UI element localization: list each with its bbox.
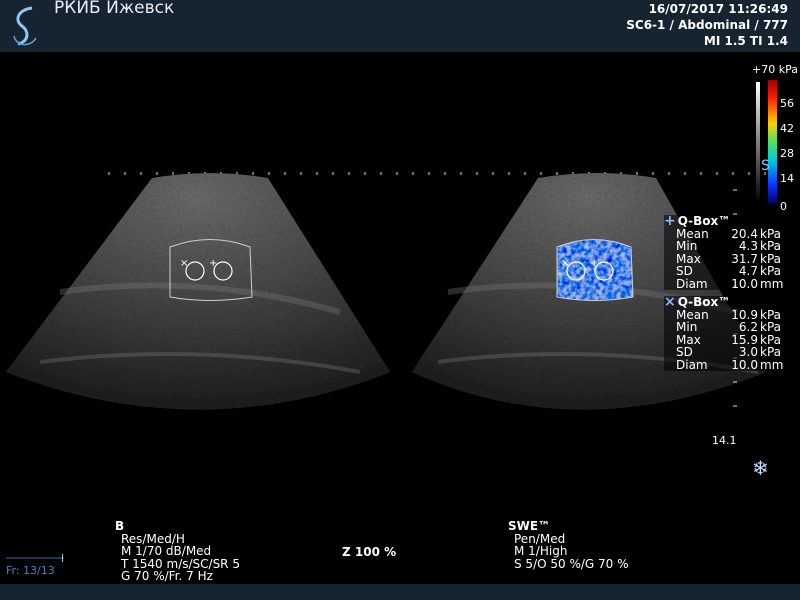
qbox-plus-sd-row: SD 4.7 kPa (664, 265, 783, 278)
scale-tick-0: 0 (780, 200, 787, 213)
qbox-plus-diam-row: Diam 10.0 mm (664, 276, 784, 291)
row-unit: kPa (760, 345, 781, 359)
qbox-cross-min-row: Min 6.2 kPa (664, 321, 783, 334)
exam-info: 16/07/2017 11:26:49 SC6-1 / Abdominal / … (626, 1, 788, 49)
svg-text:+: + (590, 258, 598, 269)
b-mode-title: B (115, 519, 125, 533)
cine-progress-bar[interactable] (6, 557, 64, 559)
freeze-snowflake-icon[interactable]: ❄ (752, 456, 769, 480)
institution-name: РКИБ Ижевск (54, 0, 175, 18)
scale-tick-14: 14 (780, 172, 794, 185)
swe-param-line: M 1/High (514, 544, 568, 558)
row-unit: kPa (760, 320, 781, 334)
scale-logo-icon: S (761, 158, 770, 174)
b-param-line: M 1/70 dB/Med (121, 544, 212, 558)
row-unit: kPa (760, 239, 781, 253)
row-label: Min (676, 239, 698, 253)
supersonic-logo-icon (13, 6, 37, 46)
qbox-cross-diam-row: Diam 10.0 mm (664, 357, 784, 372)
depth-readout: 14.1 (712, 434, 737, 447)
row-unit: mm (760, 357, 784, 372)
b-mode-image: × + (6, 173, 390, 410)
row-label: SD (676, 345, 693, 359)
row-label: SD (676, 264, 693, 278)
qbox-cross-icon: × (664, 294, 676, 310)
top-bar: РКИБ Ижевск 16/07/2017 11:26:49 SC6-1 / … (0, 0, 800, 52)
scale-tick-42: 42 (780, 122, 794, 135)
probe-preset: SC6-1 / Abdominal / 777 (626, 18, 788, 32)
scale-tick-28: 28 (780, 147, 794, 160)
swe-param-line: S 5/O 50 %/G 70 % (514, 556, 629, 571)
swe-title: SWE™ (508, 519, 551, 533)
row-unit: kPa (760, 264, 781, 278)
zoom-readout: Z 100 % (342, 545, 397, 559)
svg-text:×: × (561, 258, 569, 269)
exam-datetime: 16/07/2017 11:26:49 (648, 2, 788, 16)
row-value: 4.3 (738, 239, 758, 253)
row-value: 4.7 (738, 264, 758, 278)
qbox-cross-header: × Q-Box™ (664, 294, 783, 310)
b-param-line: G 70 %/Fr. 7 Hz (121, 569, 213, 583)
qbox-plus-title: Q-Box™ (677, 214, 731, 228)
row-label: Diam (676, 357, 708, 372)
qbox-plus-header: + Q-Box™ (664, 213, 783, 229)
row-label: Min (676, 320, 698, 334)
qbox-cross-panel: × Q-Box™ Mean 10.9 kPa Min 6.2 kPa Max 15.9 kP… (664, 294, 784, 372)
row-label: Diam (676, 276, 708, 291)
qbox-plus-min-row: Min 4.3 kPa (664, 240, 783, 253)
row-value: 10.0 (731, 357, 758, 372)
svg-text:+: + (209, 258, 217, 269)
b-mode-parameters: B Res/Med/H M 1/70 dB/Med T 1540 m/s/SC/… (115, 520, 240, 583)
row-value: 3.0 (738, 345, 758, 359)
acoustic-indices: MI 1.5 TI 1.4 (703, 34, 788, 48)
cine-progress-handle[interactable] (62, 554, 63, 562)
row-unit: mm (760, 276, 784, 291)
row-value: 6.2 (738, 320, 758, 334)
frame-counter: Fr: 13/13 (6, 564, 55, 577)
bottom-bar (0, 584, 800, 600)
scale-tick-56: 56 (780, 97, 794, 110)
qbox-plus-icon: + (664, 213, 676, 229)
qbox-plus-panel: + Q-Box™ Mean 20.4 kPa Min 4.3 kPa Max 31.7 kP… (664, 213, 784, 291)
row-value: 10.0 (731, 276, 758, 291)
svg-text:×: × (180, 258, 188, 269)
elasticity-colorbar (756, 80, 777, 204)
swe-parameters: SWE™ Pen/Med M 1/High S 5/O 50 %/G 70 % (508, 520, 629, 570)
qbox-cross-sd-row: SD 3.0 kPa (664, 346, 783, 359)
qbox-cross-title: Q-Box™ (677, 295, 731, 309)
